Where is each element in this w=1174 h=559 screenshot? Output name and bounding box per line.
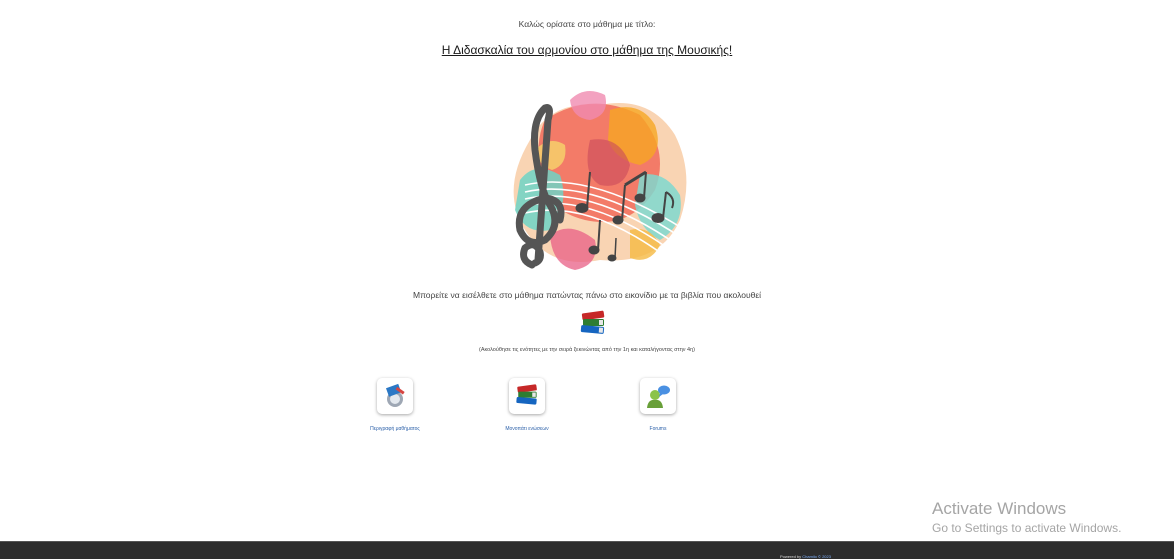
tool-forums-box[interactable] [640,378,676,414]
course-title-link[interactable]: Η Διδασκαλία του αρμονίου στο μάθημα της… [0,43,1174,57]
welcome-text: Καλώς ορίσατε στο μάθημα με τίτλο: [518,19,656,29]
forum-user-icon [647,385,670,408]
page-footer: Powered by Chamilo © 2023 [0,541,1174,559]
tool-course-description-box[interactable] [377,378,413,414]
enter-course-instruction: Μπορείτε να εισέλθετε στο μάθημα πατώντα… [412,290,762,300]
tool-label[interactable]: Forums [608,426,708,432]
course-home-page: Καλώς ορίσατε στο μάθημα με τίτλο: Η Διδ… [0,0,1174,559]
activate-windows-watermark: Activate Windows Go to Settings to activ… [932,498,1121,536]
books-icon [516,384,537,405]
footer-brand-link[interactable]: Chamilo © 2023 [802,554,831,559]
tool-forums[interactable]: Forums [608,378,708,432]
footer-powered-by: Powered by [780,554,803,559]
footer-credit: Powered by Chamilo © 2023 [780,554,831,559]
order-note: (Ακολούθησε τις ενότητες με την σειρά ξε… [479,347,695,353]
tool-learning-path[interactable]: Μονοπάτι ενώσεων [477,378,577,432]
course-books-icon[interactable] [577,308,609,340]
course-description-icon [385,383,405,407]
tool-label[interactable]: Μονοπάτι ενώσεων [477,426,577,432]
tool-label[interactable]: Περιγραφή μαθήματος [345,426,445,432]
watermark-title: Activate Windows [932,499,1067,518]
music-hero-image [513,91,687,270]
tool-course-description[interactable]: Περιγραφή μαθήματος [345,378,445,432]
tool-learning-path-box[interactable] [509,378,545,414]
watermark-subtitle: Go to Settings to activate Windows. [932,521,1122,535]
